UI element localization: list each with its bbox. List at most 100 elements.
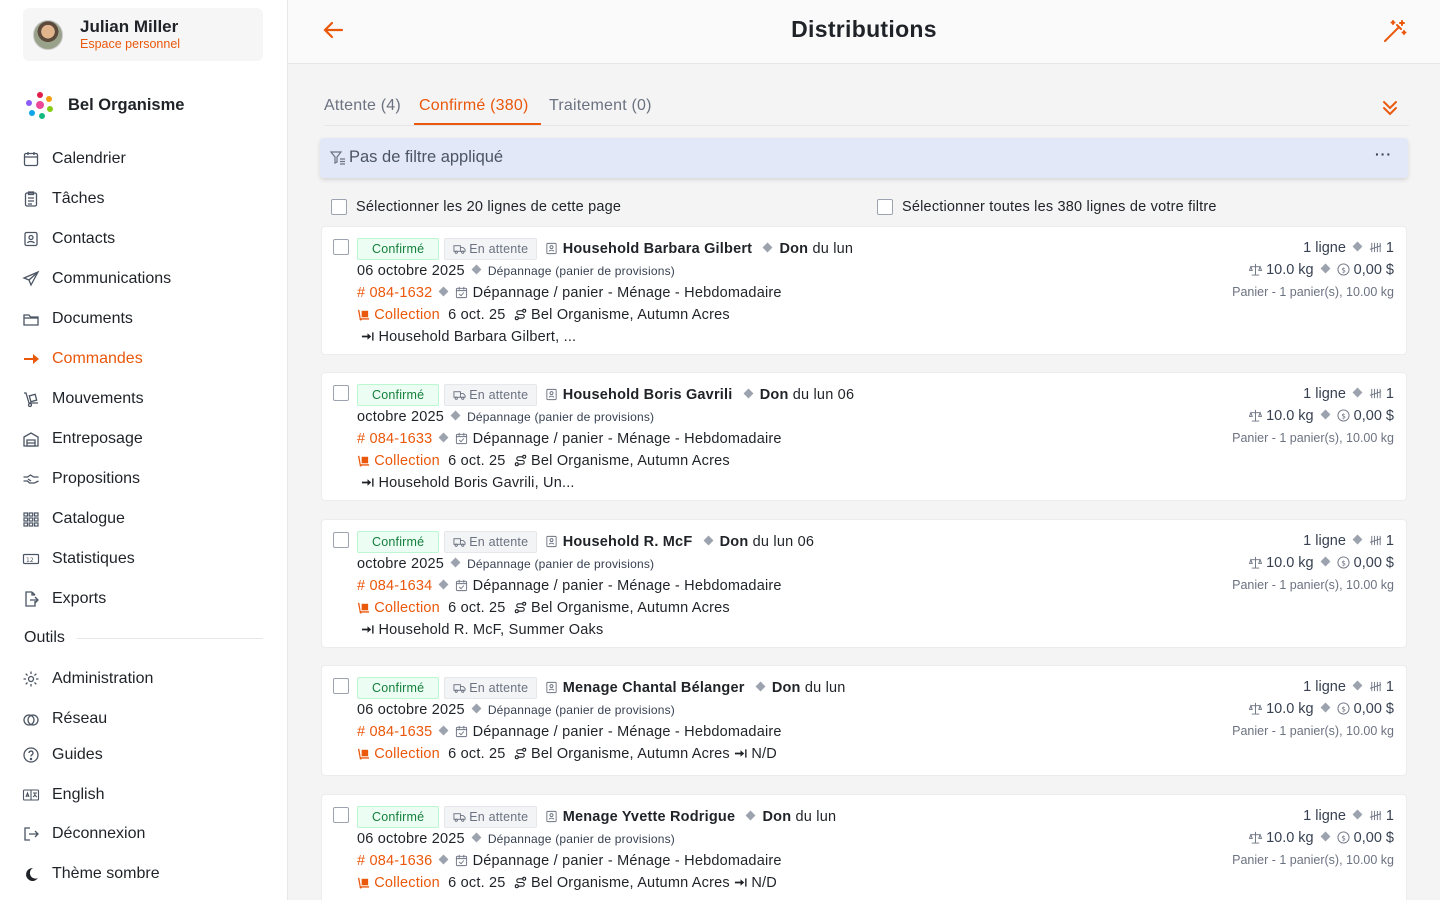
nav-item-reseau[interactable]: Réseau	[22, 708, 107, 730]
nav-item-documents[interactable]: Documents	[22, 308, 133, 330]
nav-item-english[interactable]: English	[22, 784, 104, 806]
org-switcher[interactable]: Bel Organisme	[25, 90, 184, 120]
separator-dot	[471, 832, 482, 843]
magic-wand-icon[interactable]	[1382, 19, 1408, 45]
distribution-card[interactable]: Confirmé En attente Household R. McF Don…	[321, 519, 1407, 648]
dollar-icon: $	[1337, 409, 1350, 422]
order-ref-link[interactable]: # 084-1634	[357, 578, 432, 594]
nav-item-mouvements[interactable]: Mouvements	[22, 388, 144, 410]
filter-bar[interactable]: Pas de filtre appliqué ···	[320, 138, 1408, 178]
order-ref-link[interactable]: # 084-1633	[357, 431, 432, 447]
household-name: Household Barbara Gilbert	[562, 241, 753, 257]
order-ref-link[interactable]: # 084-1636	[357, 853, 432, 869]
nav-label: English	[52, 786, 105, 803]
nav-item-calendrier[interactable]: Calendrier	[22, 148, 126, 170]
nav-label: Communications	[52, 270, 172, 287]
svg-text:$: $	[1341, 265, 1346, 274]
tally-icon	[1369, 810, 1382, 821]
destination-label: N/D	[751, 875, 777, 892]
row-checkbox[interactable]	[333, 807, 349, 823]
activity-label: Dépannage / panier - Ménage - Hebdomadai…	[472, 431, 782, 448]
nav-item-communications[interactable]: Communications	[22, 268, 171, 290]
nav-label: Administration	[52, 670, 154, 687]
active-tab-underline	[414, 123, 541, 125]
nav-item-guides[interactable]: Guides	[22, 744, 103, 766]
separator-dot	[1352, 534, 1363, 545]
nav-item-statistiques[interactable]: 12 Statistiques	[22, 548, 135, 570]
separator-dot	[755, 681, 766, 692]
program-label: Dépannage (panier de provisions)	[467, 557, 655, 572]
date-short: 6 oct. 25	[448, 453, 506, 470]
filter-status-text: Pas de filtre appliqué	[349, 148, 504, 166]
distribution-card[interactable]: Confirmé En attente Household Boris Gavr…	[321, 372, 1407, 501]
date-short: 6 oct. 25	[448, 746, 506, 763]
select-page-row[interactable]: Sélectionner les 20 lignes de cette page	[331, 199, 621, 215]
nav-item-theme-sombre[interactable]: Thème sombre	[22, 863, 160, 885]
nav-label: Mouvements	[52, 390, 144, 407]
nav-item-administration[interactable]: Administration	[22, 668, 153, 690]
nav-item-entreposage[interactable]: Entreposage	[22, 428, 143, 450]
tab-attente[interactable]: Attente (4)	[324, 97, 401, 115]
item-count: 1	[1385, 808, 1394, 824]
row-checkbox[interactable]	[333, 385, 349, 401]
nav-label: Propositions	[52, 470, 141, 487]
don-label: Don	[759, 387, 789, 403]
select-page-label: Sélectionner les 20 lignes de cette page	[356, 199, 622, 215]
scale-icon	[1249, 263, 1263, 276]
status-badge: Confirmé	[357, 677, 440, 700]
card-details: Confirmé En attente Household Barbara Gi…	[357, 238, 877, 348]
grid-icon	[23, 512, 39, 527]
order-ref-link[interactable]: # 084-1635	[357, 724, 432, 740]
program-label: Dépannage (panier de provisions)	[487, 264, 675, 279]
status-badge: Confirmé	[357, 531, 440, 554]
contact-card-icon	[24, 231, 38, 247]
tally-icon	[1369, 242, 1382, 253]
row-checkbox[interactable]	[333, 239, 349, 255]
date-short: 6 oct. 25	[448, 600, 506, 617]
select-all-row[interactable]: Sélectionner toutes les 380 lignes de vo…	[877, 199, 1217, 215]
nav-label: Guides	[52, 746, 103, 763]
site-label: Bel Organisme, Autumn Acres	[531, 307, 730, 324]
weight-value: 10.0 kg	[1266, 262, 1314, 278]
nav-item-exports[interactable]: Exports	[22, 588, 106, 610]
destination-row: Household R. McF, Summer Oaks	[357, 619, 877, 641]
date-short: 6 oct. 25	[448, 307, 506, 324]
user-card[interactable]: Julian Miller Espace personnel	[23, 8, 263, 61]
status-tabs: Attente (4) Confirmé (380) Traitement (0…	[324, 92, 1409, 126]
truck-icon	[453, 245, 466, 254]
select-all-checkbox[interactable]	[877, 199, 893, 215]
tab-confirme[interactable]: Confirmé (380)	[419, 97, 529, 115]
state-label: En attente	[469, 681, 529, 696]
amount-value: 0,00 $	[1353, 701, 1394, 717]
tools-divider	[77, 638, 263, 639]
distribution-card[interactable]: Confirmé En attente Menage Chantal Bélan…	[321, 665, 1407, 776]
nav-item-contacts[interactable]: Contacts	[22, 228, 115, 250]
more-options-button[interactable]: ···	[1375, 146, 1392, 162]
amount-value: 0,00 $	[1353, 408, 1394, 424]
nav-item-commandes[interactable]: Commandes	[22, 348, 143, 370]
select-page-checkbox[interactable]	[331, 199, 347, 215]
card-details: Confirmé En attente Menage Chantal Bélan…	[357, 677, 877, 765]
distribution-card[interactable]: Confirmé En attente Household Barbara Gi…	[321, 226, 1407, 355]
svg-text:$: $	[1341, 833, 1346, 842]
nav-item-taches[interactable]: Tâches	[22, 188, 104, 210]
site-label: Bel Organisme, Autumn Acres	[531, 746, 730, 763]
page-title: Distributions	[791, 16, 937, 42]
weight-value: 10.0 kg	[1266, 830, 1314, 846]
lines-count: 1 ligne	[1303, 808, 1346, 824]
row-checkbox[interactable]	[333, 532, 349, 548]
order-ref-link[interactable]: # 084-1632	[357, 285, 432, 301]
site-route-icon	[514, 747, 527, 760]
language-icon	[22, 789, 40, 801]
chevron-double-down-icon[interactable]	[1381, 99, 1399, 117]
row-checkbox[interactable]	[333, 678, 349, 694]
separator-dot	[471, 264, 482, 275]
collection-icon	[357, 310, 370, 321]
tab-traitement[interactable]: Traitement (0)	[549, 97, 652, 115]
nav-item-propositions[interactable]: Propositions	[22, 468, 140, 490]
state-badge: En attente	[443, 806, 538, 829]
nav-item-catalogue[interactable]: Catalogue	[22, 508, 125, 530]
distribution-card[interactable]: Confirmé En attente Menage Yvette Rodrig…	[321, 794, 1407, 900]
collection-icon	[357, 749, 370, 760]
nav-item-deconnexion[interactable]: Déconnexion	[22, 823, 145, 845]
